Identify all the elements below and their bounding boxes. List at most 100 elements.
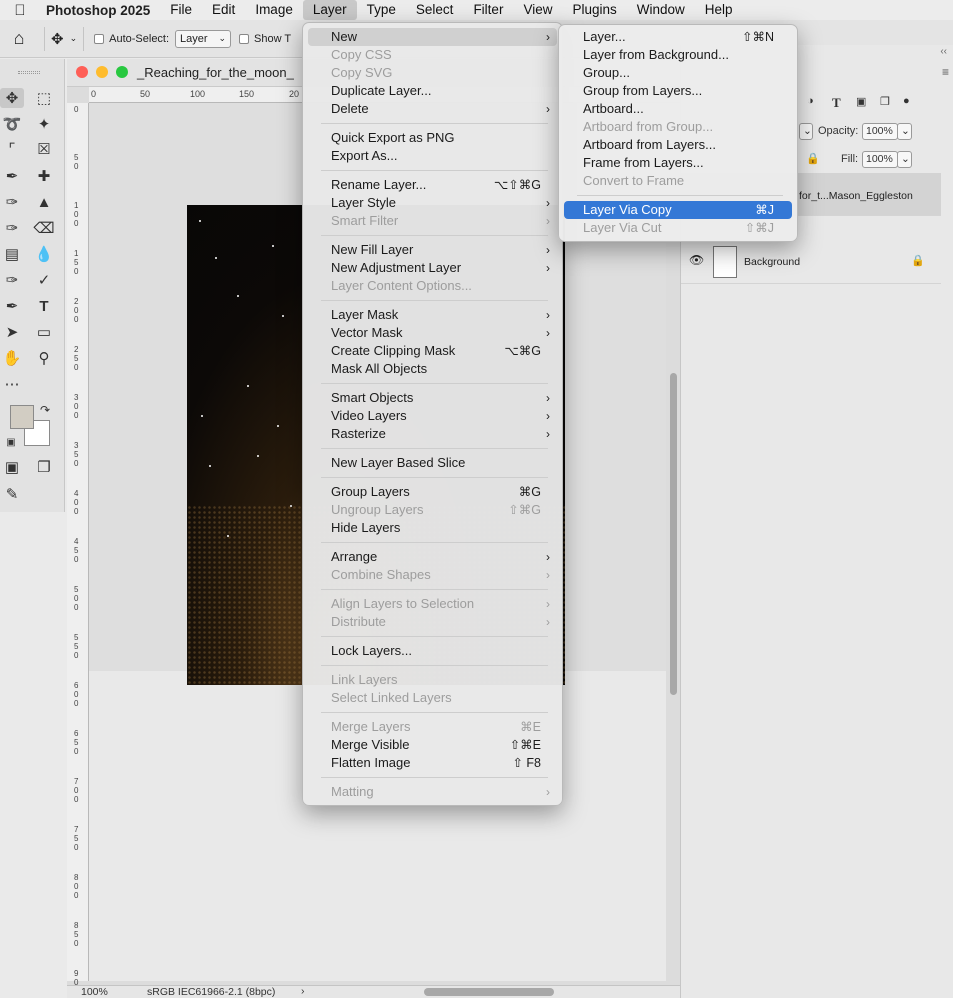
menu-item-rename-layer[interactable]: Rename Layer... ⌥⇧⌘G <box>308 176 557 194</box>
type-tool-icon[interactable]: T <box>32 296 56 316</box>
more-tools-icon[interactable]: ⋯ <box>0 374 24 394</box>
menu-item-mask-all-objects[interactable]: Mask All Objects <box>308 360 557 378</box>
menu-item-new-fill-layer[interactable]: New Fill Layer › <box>308 241 557 259</box>
menu-item-new-adjustment-layer[interactable]: New Adjustment Layer › <box>308 259 557 277</box>
type-filter-icon[interactable]: T <box>832 95 841 111</box>
magic-wand-tool-icon[interactable]: ✦ <box>32 114 56 134</box>
clone-stamp-tool-icon[interactable]: ▲ <box>32 192 56 212</box>
layer-row[interactable]: 👁 Background 🔒 <box>681 241 941 284</box>
submenu-item-artboard-from-layers[interactable]: Artboard from Layers... <box>564 136 792 154</box>
menu-item-export-as[interactable]: Export As... <box>308 147 557 165</box>
history-brush-tool-icon[interactable]: ✑ <box>0 218 24 238</box>
menu-image[interactable]: Image <box>245 0 303 20</box>
menu-item-hide-layers[interactable]: Hide Layers <box>308 519 557 537</box>
zoom-tool-icon[interactable]: ⚲ <box>32 348 56 368</box>
auto-select-dropdown[interactable]: Layer ⌄ <box>175 29 232 48</box>
horizontal-scrollbar[interactable] <box>424 988 554 996</box>
fill-dropdown[interactable]: ⌄ <box>897 151 912 168</box>
submenu-item-group-from-layers[interactable]: Group from Layers... <box>564 82 792 100</box>
menu-item-group-layers[interactable]: Group Layers ⌘G <box>308 483 557 501</box>
opacity-dropdown[interactable]: ⌄ <box>897 123 912 140</box>
menu-item-layer-mask[interactable]: Layer Mask › <box>308 306 557 324</box>
chevron-right-icon[interactable]: › <box>301 985 305 997</box>
screen-mode-icon[interactable]: ❐ <box>32 457 56 477</box>
menu-type[interactable]: Type <box>357 0 406 20</box>
filter-toggle-icon[interactable]: ● <box>903 95 910 107</box>
menu-item-merge-visible[interactable]: Merge Visible ⇧⌘E <box>308 736 557 754</box>
opacity-input[interactable]: 100% <box>862 123 898 140</box>
fill-input[interactable]: 100% <box>862 151 898 168</box>
dodge-tool-icon[interactable]: ✑ <box>0 270 24 290</box>
menu-file[interactable]: File <box>160 0 202 20</box>
menu-item-rasterize[interactable]: Rasterize › <box>308 425 557 443</box>
gradient-tool-icon[interactable]: ▤ <box>0 244 24 264</box>
menu-edit[interactable]: Edit <box>202 0 245 20</box>
lasso-tool-icon[interactable]: ➰ <box>0 114 24 134</box>
minimize-window-button[interactable] <box>96 66 108 78</box>
menu-layer[interactable]: Layer <box>302 0 357 20</box>
brush-tool-icon[interactable]: ✑ <box>0 192 24 212</box>
path-selection-tool-icon[interactable]: ➤ <box>0 322 24 342</box>
menu-item-new-layer-based-slice[interactable]: New Layer Based Slice <box>308 454 557 472</box>
menu-item-create-clipping-mask[interactable]: Create Clipping Mask ⌥⌘G <box>308 342 557 360</box>
scroll-thumb[interactable] <box>670 373 677 695</box>
submenu-item-layer-from-background[interactable]: Layer from Background... <box>564 46 792 64</box>
menu-view[interactable]: View <box>513 0 562 20</box>
chevron-down-icon[interactable]: ⌄ <box>70 33 78 44</box>
menu-item-lock-layers[interactable]: Lock Layers... <box>308 642 557 660</box>
marquee-tool-icon[interactable]: ⬚ <box>32 88 56 108</box>
panel-menu-icon[interactable]: ≡ <box>942 65 949 79</box>
menu-item-layer-style[interactable]: Layer Style › <box>308 194 557 212</box>
default-colors-icon[interactable]: ▣ <box>4 432 18 452</box>
menu-item-duplicate-layer[interactable]: Duplicate Layer... <box>308 82 557 100</box>
menu-window[interactable]: Window <box>627 0 695 20</box>
move-tool-icon[interactable]: ✥ <box>0 88 24 108</box>
menu-help[interactable]: Help <box>695 0 743 20</box>
auto-select-checkbox[interactable] <box>94 33 105 44</box>
panel-grip[interactable] <box>18 71 40 74</box>
menu-item-smart-objects[interactable]: Smart Objects › <box>308 389 557 407</box>
lock-all-icon[interactable]: 🔒 <box>806 152 820 165</box>
submenu-item-group[interactable]: Group... <box>564 64 792 82</box>
menu-item-quick-export-as-png[interactable]: Quick Export as PNG <box>308 129 557 147</box>
eye-icon[interactable]: 👁 <box>689 253 704 267</box>
edit-toolbar-icon[interactable]: ✎ <box>0 484 24 504</box>
zoom-window-button[interactable] <box>116 66 128 78</box>
hand-tool-icon[interactable]: ✋ <box>0 348 24 368</box>
blur-tool-icon[interactable]: 💧 <box>32 244 56 264</box>
app-name-menu[interactable]: Photoshop 2025 <box>40 3 160 18</box>
move-tool-preset-icon[interactable]: ✥ <box>51 30 64 48</box>
submenu-item-layer[interactable]: Layer... ⇧⌘N <box>564 28 792 46</box>
crop-tool-icon[interactable]: ⌜ <box>0 139 24 159</box>
smart-object-filter-icon[interactable]: ❐ <box>880 95 890 108</box>
zoom-level[interactable]: 100% <box>81 986 108 998</box>
foreground-color-swatch[interactable] <box>10 405 34 429</box>
adjustment-filter-icon[interactable]: ◑ <box>807 95 814 107</box>
blend-mode-dropdown[interactable]: ⌄ <box>799 123 813 140</box>
submenu-item-artboard[interactable]: Artboard... <box>564 100 792 118</box>
eyedropper-tool-icon[interactable]: ✒ <box>0 166 24 186</box>
healing-brush-tool-icon[interactable]: ✚ <box>32 166 56 186</box>
menu-item-flatten-image[interactable]: Flatten Image ⇧ F8 <box>308 754 557 772</box>
close-window-button[interactable] <box>76 66 88 78</box>
home-icon[interactable]: ⌂ <box>0 28 38 49</box>
menu-item-delete[interactable]: Delete › <box>308 100 557 118</box>
rectangle-tool-icon[interactable]: ▭ <box>32 322 56 342</box>
frame-tool-icon[interactable]: ☒ <box>32 139 56 159</box>
eraser-tool-icon[interactable]: ⌫ <box>32 218 56 238</box>
pen-tool-icon[interactable]: ✓ <box>32 270 56 290</box>
submenu-item-layer-via-copy[interactable]: Layer Via Copy ⌘J <box>564 201 792 219</box>
swap-colors-icon[interactable]: ↷ <box>36 400 54 420</box>
vertical-ruler[interactable]: 0 5 0 1 0 0 1 5 0 2 0 0 2 5 0 3 0 0 3 5 0 4 0 0 4… <box>67 103 89 996</box>
shape-filter-icon[interactable]: ▣ <box>856 95 866 108</box>
pen-path-tool-icon[interactable]: ✒ <box>0 296 24 316</box>
quick-mask-icon[interactable]: ▣ <box>0 457 24 477</box>
apple-icon[interactable]:  <box>0 2 40 19</box>
menu-select[interactable]: Select <box>406 0 464 20</box>
collapse-panel-icon[interactable]: ‹‹ <box>940 46 947 57</box>
show-transform-checkbox[interactable] <box>239 33 250 44</box>
menu-item-new[interactable]: New › <box>308 28 557 46</box>
menu-item-arrange[interactable]: Arrange › <box>308 548 557 566</box>
menu-item-vector-mask[interactable]: Vector Mask › <box>308 324 557 342</box>
menu-item-video-layers[interactable]: Video Layers › <box>308 407 557 425</box>
